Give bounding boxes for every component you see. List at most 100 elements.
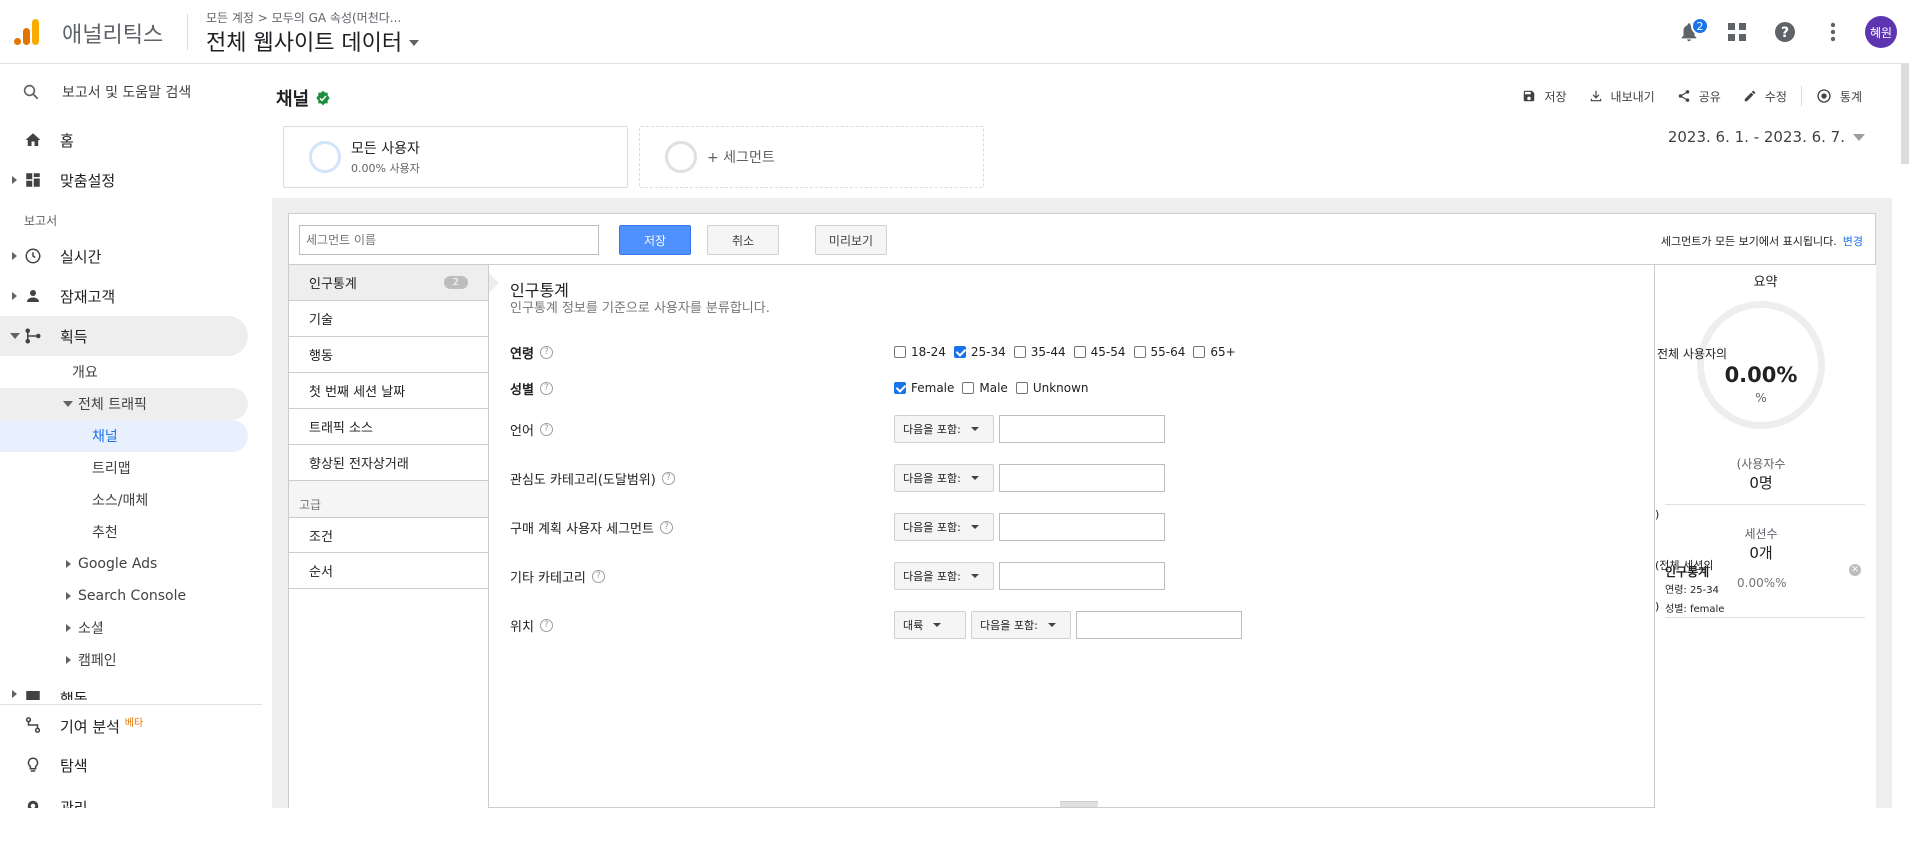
change-visibility-link[interactable]: 변경: [1843, 235, 1863, 248]
age-checkbox[interactable]: [1013, 346, 1026, 358]
help-icon[interactable]: ?: [661, 471, 675, 485]
age-checkbox-item[interactable]: 35-44: [1013, 345, 1066, 359]
sidebar-item-search-console[interactable]: Search Console: [0, 580, 262, 612]
save-button[interactable]: 저장: [619, 225, 691, 255]
age-checkbox[interactable]: [1193, 346, 1206, 358]
notifications-button[interactable]: 2: [1665, 8, 1713, 56]
sidebar-item-overview[interactable]: 개요: [0, 356, 262, 388]
edit-button[interactable]: 수정: [1743, 88, 1787, 105]
sidebar-item-home[interactable]: 홈: [0, 120, 262, 160]
interests-value-input[interactable]: [999, 464, 1165, 492]
sidebar-item-source-medium[interactable]: 소스/매체: [0, 484, 262, 516]
language-operator-dropdown[interactable]: 다음을 포함:: [894, 415, 994, 443]
sidebar-item-social[interactable]: 소셜: [0, 612, 262, 644]
sidebar-item-channels[interactable]: 채널: [0, 420, 248, 452]
age-checkbox-item[interactable]: 25-34: [953, 345, 1006, 359]
location-value-input[interactable]: [1076, 611, 1242, 639]
date-range-picker[interactable]: 2023. 6. 1. - 2023. 6. 7.: [1668, 128, 1865, 146]
age-checkbox[interactable]: [1133, 346, 1146, 358]
age-checkbox-item[interactable]: 55-64: [1133, 345, 1185, 359]
sidebar-item-acquisition[interactable]: 획득: [0, 316, 248, 356]
sidebar-item-audience[interactable]: 잠재고객: [0, 276, 262, 316]
other-value-input[interactable]: [999, 562, 1165, 590]
interests-operator-dropdown[interactable]: 다음을 포함:: [894, 464, 994, 492]
menu-item-ecommerce[interactable]: 향상된 전자상거래: [289, 445, 488, 481]
report-toolbar: 저장 내보내기 공유 수정 통계: [1500, 86, 1862, 106]
summary-filter-title: 인구통계: [1665, 565, 1710, 579]
gender-checkbox[interactable]: [962, 382, 975, 394]
export-button[interactable]: 내보내기: [1589, 88, 1655, 105]
menu-item-first-session[interactable]: 첫 번째 세션 날짜: [289, 373, 488, 409]
sidebar-search[interactable]: 보고서 및 도움말 검색: [0, 64, 262, 120]
inmarket-operator-dropdown[interactable]: 다음을 포함:: [894, 513, 994, 541]
analytics-logo-icon[interactable]: [12, 17, 42, 47]
age-checkbox[interactable]: [1073, 346, 1086, 358]
menu-item-conditions[interactable]: 조건: [289, 517, 488, 553]
sidebar-item-discover[interactable]: 탐색: [0, 745, 262, 785]
avatar[interactable]: 혜원: [1865, 16, 1897, 48]
editor-resize-handle[interactable]: [1060, 801, 1098, 807]
menu-item-traffic-sources[interactable]: 트래픽 소스: [289, 409, 488, 445]
help-icon[interactable]: ?: [591, 569, 605, 583]
cancel-button[interactable]: 취소: [707, 225, 779, 255]
menu-item-demographics[interactable]: 인구통계 2: [289, 265, 488, 301]
segment-name-input[interactable]: [299, 225, 599, 255]
age-checkbox-item[interactable]: 65+: [1193, 345, 1236, 359]
share-button[interactable]: 공유: [1677, 88, 1721, 105]
age-label: 연령?: [510, 343, 553, 362]
chevron-down-icon: [1853, 133, 1865, 141]
sidebar-item-customization[interactable]: 맞춤설정: [0, 160, 262, 200]
age-checkbox[interactable]: [894, 346, 906, 358]
share-icon: [1678, 90, 1689, 102]
chevron-down-icon: [10, 333, 20, 339]
location-operator-dropdown[interactable]: 다음을 포함:: [971, 611, 1071, 639]
age-checkbox-item[interactable]: 18-24: [894, 345, 946, 359]
gender-checkbox[interactable]: [894, 382, 906, 394]
help-button[interactable]: ?: [1761, 8, 1809, 56]
sidebar-item-campaigns[interactable]: 캠페인: [0, 644, 262, 676]
sidebar-item-attribution[interactable]: 기여 분석 베타: [0, 705, 262, 745]
segment-empty-ring-icon: [665, 141, 697, 173]
menu-item-sequences[interactable]: 순서: [289, 553, 488, 589]
help-icon[interactable]: ?: [539, 345, 553, 359]
sidebar-item-behavior[interactable]: 행동: [0, 676, 262, 700]
remove-filter-icon[interactable]: ✕: [1849, 564, 1861, 576]
sidebar-item-referrals[interactable]: 추천: [0, 516, 262, 548]
gear-icon: [27, 800, 39, 808]
gender-checkbox[interactable]: [1015, 382, 1028, 394]
sidebar-item-google-ads[interactable]: Google Ads: [0, 548, 262, 580]
sidebar-footer: 기여 분석 베타 탐색 관리: [0, 704, 262, 808]
help-icon[interactable]: ?: [539, 422, 553, 436]
sidebar-item-label: 소셜: [78, 621, 104, 637]
page-scrollbar[interactable]: [1901, 64, 1909, 164]
location-level-dropdown[interactable]: 대륙: [894, 611, 966, 639]
preview-button[interactable]: 미리보기: [815, 225, 887, 255]
help-icon[interactable]: ?: [659, 520, 673, 534]
property-selector[interactable]: 전체 웹사이트 데이터: [206, 25, 420, 57]
segment-all-users[interactable]: 모든 사용자 0.00% 사용자: [283, 126, 628, 188]
help-icon[interactable]: ?: [539, 381, 553, 395]
sidebar-item-all-traffic[interactable]: 전체 트래픽: [0, 388, 248, 420]
save-report-button[interactable]: 저장: [1522, 88, 1567, 105]
language-value-input[interactable]: [999, 415, 1165, 443]
age-checkbox-item[interactable]: 45-54: [1073, 345, 1126, 359]
more-menu-button[interactable]: [1809, 8, 1857, 56]
insights-button[interactable]: 통계: [1816, 88, 1862, 105]
other-operator-dropdown[interactable]: 다음을 포함:: [894, 562, 994, 590]
sidebar-item-realtime[interactable]: 실시간: [0, 236, 262, 276]
add-segment-button[interactable]: + 세그먼트: [639, 126, 984, 188]
other-category-label: 기타 카테고리?: [510, 567, 605, 586]
account-breadcrumb[interactable]: 모든 계정 > 모두의 GA 속성(머천다...: [206, 9, 401, 26]
save-report-label: 저장: [1544, 89, 1567, 104]
gender-checkbox-item[interactable]: Female: [894, 381, 954, 395]
sidebar-item-admin[interactable]: 관리: [0, 785, 262, 808]
gender-checkbox-item[interactable]: Unknown: [1015, 381, 1089, 395]
menu-item-technology[interactable]: 기술: [289, 301, 488, 337]
sidebar-item-treemap[interactable]: 트리맵: [0, 452, 262, 484]
gender-checkbox-item[interactable]: Male: [962, 381, 1008, 395]
age-checkbox[interactable]: [953, 346, 966, 358]
apps-button[interactable]: [1713, 8, 1761, 56]
menu-item-behavior[interactable]: 행동: [289, 337, 488, 373]
help-icon[interactable]: ?: [539, 618, 553, 632]
inmarket-value-input[interactable]: [999, 513, 1165, 541]
